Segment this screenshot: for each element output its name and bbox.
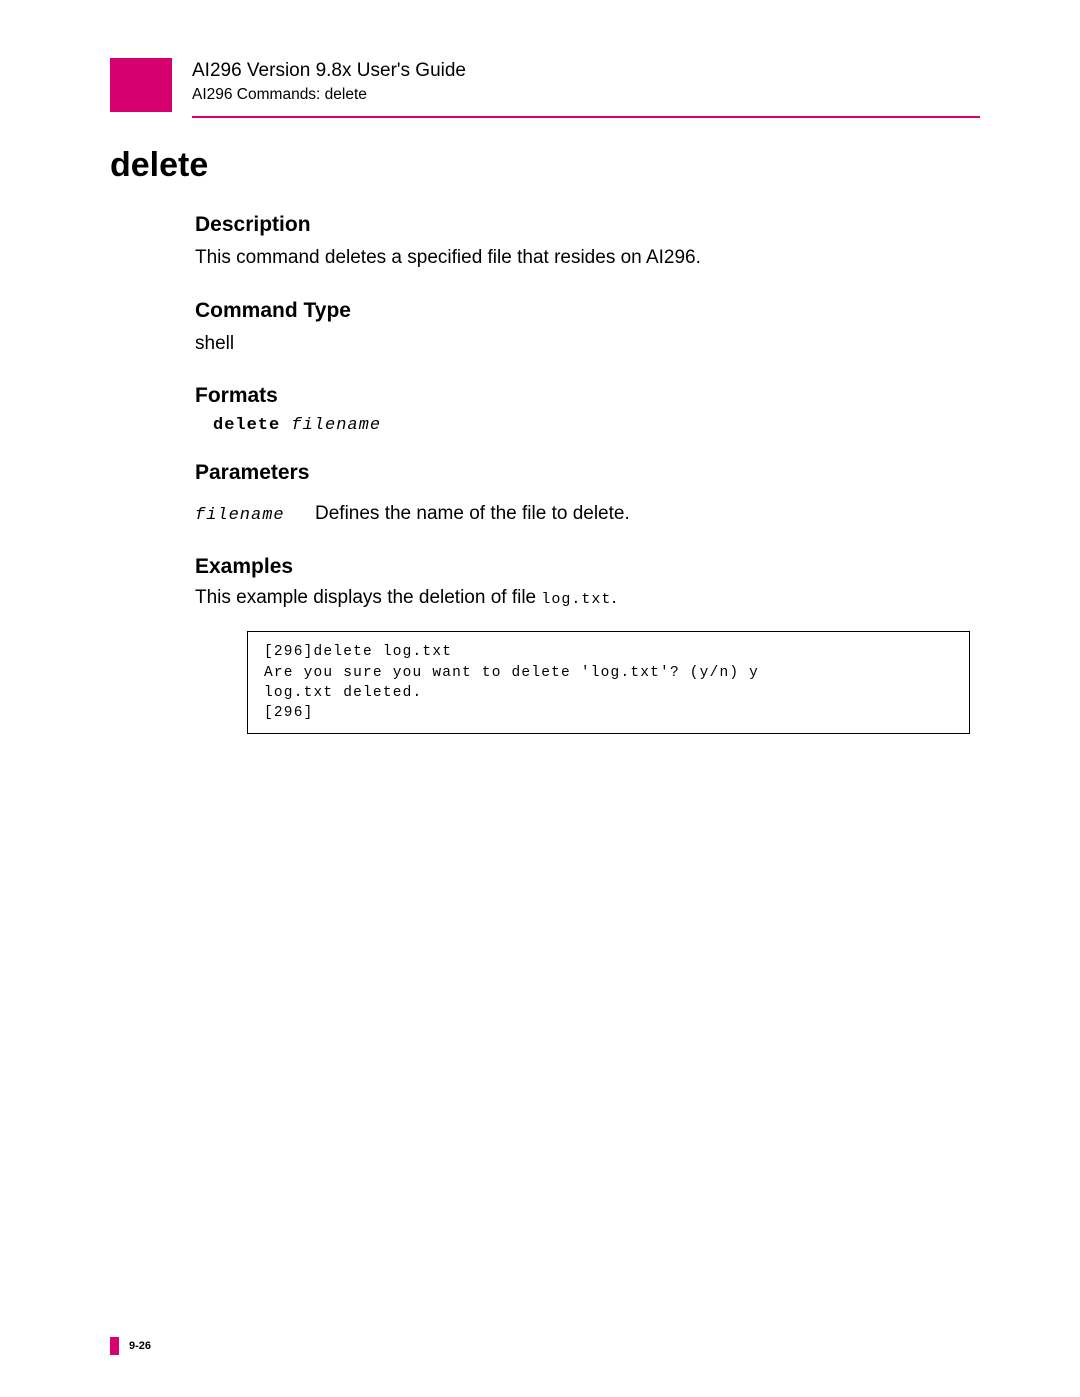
- parameter-row: filename Defines the name of the file to…: [195, 503, 980, 525]
- examples-intro: This example displays the deletion of fi…: [195, 587, 980, 609]
- format-command: delete: [213, 416, 291, 435]
- page-footer: 9-26: [110, 1337, 151, 1355]
- footer-brand-mark: [110, 1337, 119, 1355]
- example-code-block: [296]delete log.txt Are you sure you wan…: [247, 631, 970, 734]
- header-rule: [192, 116, 980, 118]
- description-heading: Description: [195, 213, 980, 237]
- page-title: delete: [110, 146, 980, 185]
- parameters-table: filename Defines the name of the file to…: [195, 503, 980, 525]
- parameter-description: Defines the name of the file to delete.: [315, 503, 630, 525]
- page: AI296 Version 9.8x User's Guide AI296 Co…: [0, 0, 1080, 1397]
- brand-logo-block: [110, 58, 172, 112]
- formats-syntax: delete filename: [213, 416, 980, 435]
- page-header: AI296 Version 9.8x User's Guide AI296 Co…: [110, 58, 980, 112]
- page-number: 9-26: [129, 1340, 151, 1352]
- examples-intro-code: log.txt: [541, 591, 611, 608]
- command-type-heading: Command Type: [195, 299, 980, 323]
- parameters-heading: Parameters: [195, 461, 980, 485]
- format-param: filename: [291, 416, 381, 435]
- formats-heading: Formats: [195, 384, 980, 408]
- description-text: This command deletes a specified file th…: [195, 245, 980, 271]
- examples-intro-prefix: This example displays the deletion of fi…: [195, 587, 541, 608]
- header-text-group: AI296 Version 9.8x User's Guide AI296 Co…: [192, 58, 466, 104]
- examples-heading: Examples: [195, 555, 980, 579]
- content-area: Description This command deletes a speci…: [195, 213, 980, 734]
- parameter-name: filename: [195, 506, 315, 525]
- command-type-text: shell: [195, 331, 980, 357]
- breadcrumb: AI296 Commands: delete: [192, 86, 466, 104]
- guide-title: AI296 Version 9.8x User's Guide: [192, 60, 466, 82]
- examples-intro-suffix: .: [611, 587, 616, 608]
